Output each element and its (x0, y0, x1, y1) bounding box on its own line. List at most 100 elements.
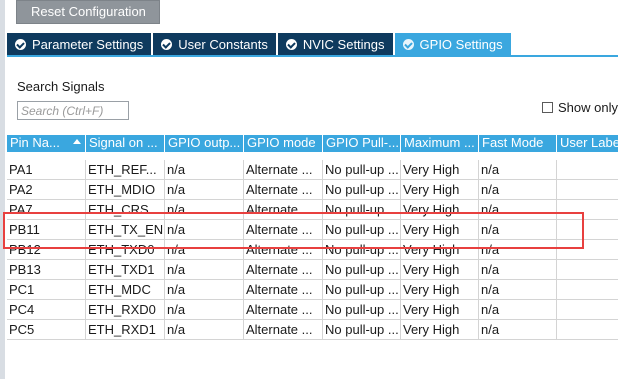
cell-user-label[interactable] (557, 300, 618, 320)
cell-signal[interactable]: ETH_REF... (86, 160, 165, 180)
cell-fast-mode[interactable]: n/a (479, 200, 557, 220)
cell-pin-name[interactable]: PA1 (7, 160, 86, 180)
cell-signal[interactable]: ETH_TXD0 (86, 240, 165, 260)
cell-signal[interactable]: ETH_TXD1 (86, 260, 165, 280)
cell-gpio-output[interactable]: n/a (165, 320, 244, 340)
table-row[interactable]: PA7 ETH_CRS... n/a Alternate ... No pull-up … (7, 200, 618, 220)
cell-signal[interactable]: ETH_RXD0 (86, 300, 165, 320)
search-input[interactable] (17, 101, 129, 120)
tab-parameter-settings[interactable]: Parameter Settings (7, 33, 154, 55)
table-row[interactable]: PB13 ETH_TXD1 n/a Alternate ... No pull-up .… (7, 260, 618, 280)
show-only-checkbox[interactable] (542, 102, 553, 113)
table-row[interactable]: PC5 ETH_RXD1 n/a Alternate ... No pull-up ..… (7, 320, 618, 340)
cell-fast-mode[interactable]: n/a (479, 160, 557, 180)
table-row[interactable]: PB11 ETH_TX_EN n/a Alternate ... No pull-up … (7, 220, 618, 240)
cell-pin-name[interactable]: PC4 (7, 300, 86, 320)
cell-gpio-mode[interactable]: Alternate ... (244, 260, 323, 280)
cell-gpio-pull[interactable]: No pull-up ... (323, 260, 401, 280)
cell-gpio-mode[interactable]: Alternate ... (244, 280, 323, 300)
tab-nvic-settings[interactable]: NVIC Settings (277, 33, 395, 55)
cell-user-label[interactable] (557, 280, 618, 300)
cell-maximum-speed[interactable]: Very High (401, 280, 479, 300)
table-row[interactable]: PB12 ETH_TXD0 n/a Alternate ... No pull-up .… (7, 240, 618, 260)
cell-pin-name[interactable]: PC1 (7, 280, 86, 300)
cell-signal[interactable]: ETH_CRS... (86, 200, 165, 220)
tab-gpio-settings[interactable]: GPIO Settings (394, 33, 513, 55)
cell-fast-mode[interactable]: n/a (479, 320, 557, 340)
column-header-signal[interactable]: Signal on ... (86, 135, 165, 152)
tab-user-constants[interactable]: User Constants (153, 33, 278, 55)
column-header-gpio-pull[interactable]: GPIO Pull-... (323, 135, 401, 152)
cell-gpio-mode[interactable]: Alternate ... (244, 200, 323, 220)
cell-fast-mode[interactable]: n/a (479, 280, 557, 300)
cell-gpio-output[interactable]: n/a (165, 220, 244, 240)
cell-gpio-pull[interactable]: No pull-up ... (323, 240, 401, 260)
cell-user-label[interactable] (557, 180, 618, 200)
cell-user-label[interactable] (557, 160, 618, 180)
cell-pin-name[interactable]: PB13 (7, 260, 86, 280)
cell-signal[interactable]: ETH_MDC (86, 280, 165, 300)
column-header-pin-name[interactable]: Pin Na... (7, 135, 86, 152)
cell-gpio-output[interactable]: n/a (165, 160, 244, 180)
cell-gpio-mode[interactable]: Alternate ... (244, 300, 323, 320)
cell-signal[interactable]: ETH_MDIO (86, 180, 165, 200)
cell-fast-mode[interactable]: n/a (479, 300, 557, 320)
cell-gpio-output[interactable]: n/a (165, 180, 244, 200)
cell-gpio-mode[interactable]: Alternate ... (244, 220, 323, 240)
cell-maximum-speed[interactable]: Very High (401, 180, 479, 200)
cell-signal[interactable]: ETH_RXD1 (86, 320, 165, 340)
cell-maximum-speed[interactable]: Very High (401, 320, 479, 340)
table-row[interactable]: PC4 ETH_RXD0 n/a Alternate ... No pull-up ..… (7, 300, 618, 320)
cell-gpio-output[interactable]: n/a (165, 240, 244, 260)
tab-label: User Constants (178, 36, 268, 52)
cell-fast-mode[interactable]: n/a (479, 220, 557, 240)
table-row[interactable]: PA1 ETH_REF... n/a Alternate ... No pull-up … (7, 160, 618, 180)
column-header-user-label[interactable]: User Labe (557, 135, 618, 152)
table-row[interactable]: PA2 ETH_MDIO n/a Alternate ... No pull-up ..… (7, 180, 618, 200)
cell-pin-name[interactable]: PA7 (7, 200, 86, 220)
cell-fast-mode[interactable]: n/a (479, 240, 557, 260)
column-header-gpio-mode[interactable]: GPIO mode (244, 135, 323, 152)
cell-fast-mode[interactable]: n/a (479, 260, 557, 280)
check-circle-icon (285, 38, 297, 50)
cell-pin-name[interactable]: PC5 (7, 320, 86, 340)
cell-gpio-pull[interactable]: No pull-up ... (323, 320, 401, 340)
cell-gpio-mode[interactable]: Alternate ... (244, 160, 323, 180)
column-header-maximum-speed[interactable]: Maximum ... (401, 135, 479, 152)
cell-gpio-mode[interactable]: Alternate ... (244, 320, 323, 340)
table-row[interactable]: PC1 ETH_MDC n/a Alternate ... No pull-up ...… (7, 280, 618, 300)
cell-maximum-speed[interactable]: Very High (401, 240, 479, 260)
show-only-option[interactable]: Show only (542, 100, 618, 115)
cell-gpio-pull[interactable]: No pull-up ... (323, 280, 401, 300)
cell-pin-name[interactable]: PB12 (7, 240, 86, 260)
cell-pin-name[interactable]: PA2 (7, 180, 86, 200)
cell-gpio-pull[interactable]: No pull-up ... (323, 180, 401, 200)
column-header-fast-mode[interactable]: Fast Mode (479, 135, 557, 152)
cell-user-label[interactable] (557, 200, 618, 220)
cell-maximum-speed[interactable]: Very High (401, 220, 479, 240)
cell-gpio-mode[interactable]: Alternate ... (244, 180, 323, 200)
cell-fast-mode[interactable]: n/a (479, 180, 557, 200)
cell-signal[interactable]: ETH_TX_EN (86, 220, 165, 240)
cell-gpio-pull[interactable]: No pull-up ... (323, 220, 401, 240)
cell-gpio-pull[interactable]: No pull-up ... (323, 300, 401, 320)
cell-gpio-output[interactable]: n/a (165, 200, 244, 220)
cell-user-label[interactable] (557, 320, 618, 340)
cell-gpio-pull[interactable]: No pull-up ... (323, 200, 401, 220)
cell-user-label[interactable] (557, 260, 618, 280)
cell-maximum-speed[interactable]: Very High (401, 200, 479, 220)
cell-user-label[interactable] (557, 220, 618, 240)
cell-pin-name[interactable]: PB11 (7, 220, 86, 240)
cell-gpio-output[interactable]: n/a (165, 300, 244, 320)
cell-maximum-speed[interactable]: Very High (401, 300, 479, 320)
cell-gpio-mode[interactable]: Alternate ... (244, 240, 323, 260)
cell-gpio-output[interactable]: n/a (165, 280, 244, 300)
column-header-gpio-output[interactable]: GPIO outp... (165, 135, 244, 152)
gpio-signal-table: Pin Na... Signal on ... GPIO outp... GPI… (7, 135, 618, 340)
cell-maximum-speed[interactable]: Very High (401, 260, 479, 280)
cell-user-label[interactable] (557, 240, 618, 260)
cell-gpio-pull[interactable]: No pull-up ... (323, 160, 401, 180)
cell-gpio-output[interactable]: n/a (165, 260, 244, 280)
reset-configuration-button[interactable]: Reset Configuration (16, 0, 160, 24)
cell-maximum-speed[interactable]: Very High (401, 160, 479, 180)
